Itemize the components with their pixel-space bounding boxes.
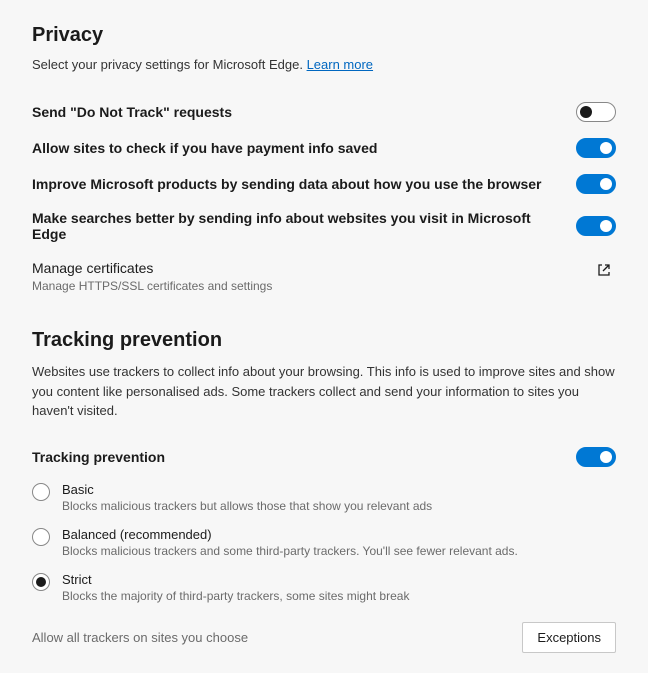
manage-certificates-title: Manage certificates: [32, 260, 596, 276]
setting-payment-check: Allow sites to check if you have payment…: [32, 130, 616, 166]
do-not-track-toggle[interactable]: [576, 102, 616, 122]
tracking-intro: Websites use trackers to collect info ab…: [32, 362, 616, 421]
tracking-heading: Tracking prevention: [32, 329, 616, 352]
radio-icon: [32, 483, 50, 501]
radio-desc: Blocks malicious trackers but allows tho…: [62, 499, 616, 513]
setting-improve-products: Improve Microsoft products by sending da…: [32, 166, 616, 202]
privacy-intro: Select your privacy settings for Microso…: [32, 57, 616, 72]
radio-label: Strict: [62, 572, 616, 587]
external-link-icon: [596, 262, 612, 278]
tracking-option-balanced[interactable]: Balanced (recommended) Blocks malicious …: [32, 520, 616, 565]
tracking-toggle-label: Tracking prevention: [32, 449, 576, 465]
privacy-heading: Privacy: [32, 24, 616, 47]
tracking-toggle-row: Tracking prevention: [32, 439, 616, 475]
setting-label: Improve Microsoft products by sending da…: [32, 176, 576, 192]
tracking-prevention-toggle[interactable]: [576, 447, 616, 467]
radio-icon: [32, 528, 50, 546]
tracking-option-strict[interactable]: Strict Blocks the majority of third-part…: [32, 565, 616, 610]
learn-more-link[interactable]: Learn more: [307, 57, 373, 72]
privacy-intro-text: Select your privacy settings for Microso…: [32, 57, 307, 72]
search-better-toggle[interactable]: [576, 216, 616, 236]
improve-products-toggle[interactable]: [576, 174, 616, 194]
radio-desc: Blocks malicious trackers and some third…: [62, 544, 616, 558]
setting-do-not-track: Send "Do Not Track" requests: [32, 94, 616, 130]
setting-label: Allow sites to check if you have payment…: [32, 140, 576, 156]
radio-icon: [32, 573, 50, 591]
tracking-option-basic[interactable]: Basic Blocks malicious trackers but allo…: [32, 475, 616, 520]
manage-certificates-subtitle: Manage HTTPS/SSL certificates and settin…: [32, 279, 596, 293]
setting-search-better: Make searches better by sending info abo…: [32, 202, 616, 250]
radio-desc: Blocks the majority of third-party track…: [62, 589, 616, 603]
payment-check-toggle[interactable]: [576, 138, 616, 158]
radio-label: Balanced (recommended): [62, 527, 616, 542]
radio-label: Basic: [62, 482, 616, 497]
manage-certificates-row[interactable]: Manage certificates Manage HTTPS/SSL cer…: [32, 250, 616, 293]
setting-label: Send "Do Not Track" requests: [32, 104, 576, 120]
exceptions-label: Allow all trackers on sites you choose: [32, 630, 248, 645]
setting-label: Make searches better by sending info abo…: [32, 210, 576, 242]
